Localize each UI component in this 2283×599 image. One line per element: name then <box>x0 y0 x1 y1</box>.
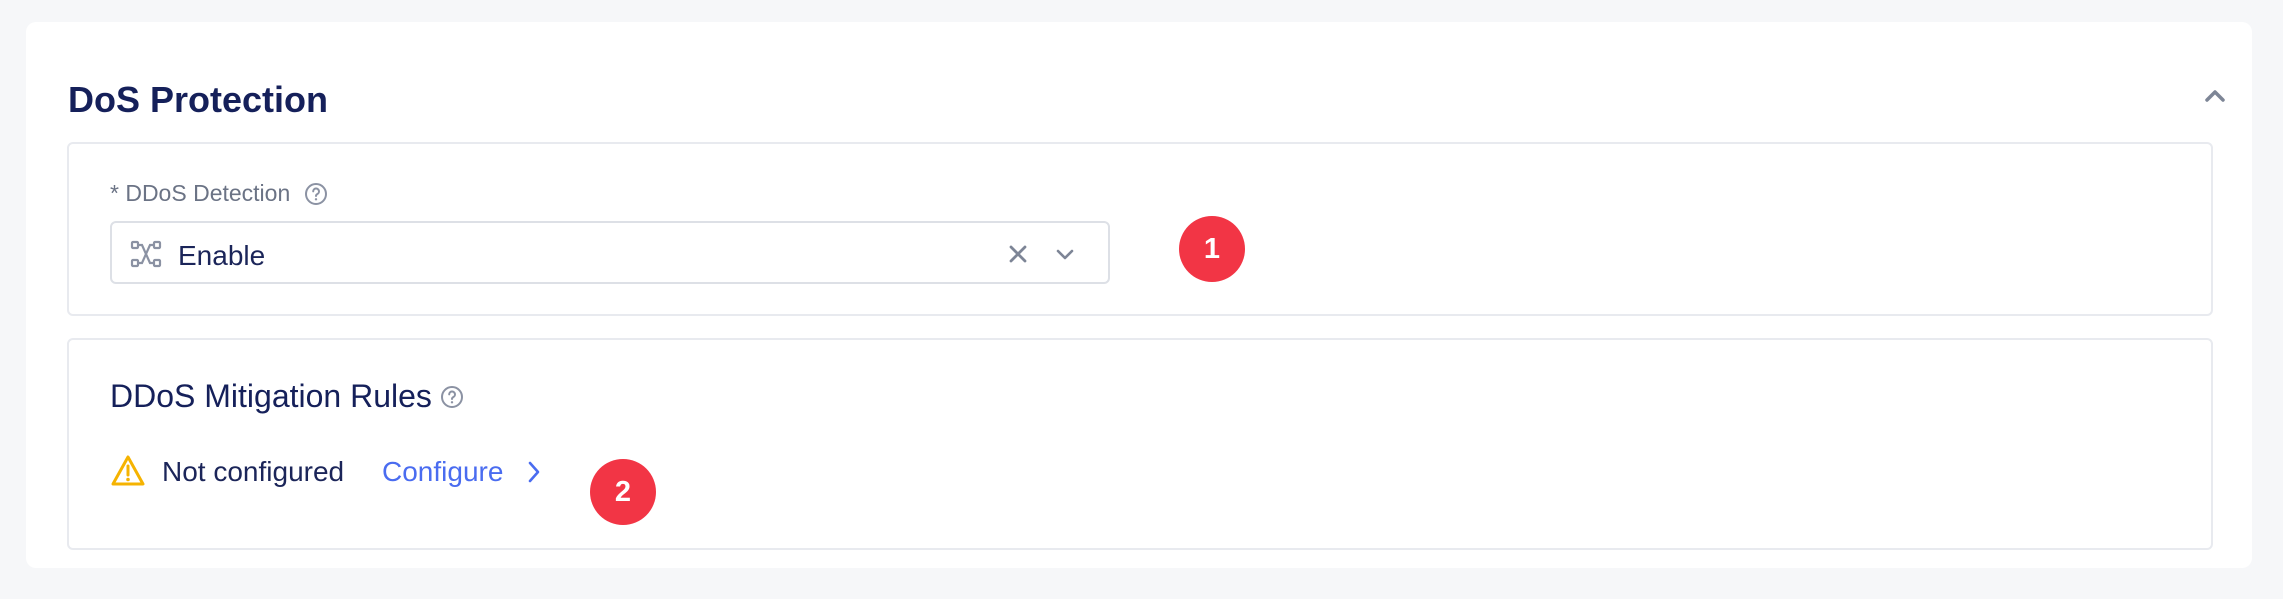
ddos-detection-section: * DDoS Detection Enable 1 <box>67 142 2213 316</box>
help-icon[interactable] <box>440 385 464 409</box>
warning-icon <box>111 455 145 486</box>
ddos-mitigation-section: DDoS Mitigation Rules Not configured Con… <box>67 338 2213 550</box>
status-text: Not configured <box>162 456 345 487</box>
ddos-detection-select[interactable]: Enable <box>110 221 1110 284</box>
configure-link[interactable]: Configure <box>382 456 503 488</box>
annotation-badge-2: 2 <box>590 459 656 525</box>
chevron-right-icon[interactable] <box>525 459 543 485</box>
ddos-detection-label: * DDoS Detection <box>110 180 328 207</box>
help-icon[interactable] <box>304 182 328 206</box>
collapse-chevron-up-icon[interactable] <box>2202 86 2228 106</box>
mitigation-rules-title-text: DDoS Mitigation Rules <box>110 378 432 414</box>
chevron-down-icon[interactable] <box>1054 245 1076 263</box>
section-title: DoS Protection <box>68 79 329 120</box>
ddos-detection-label-text: * DDoS Detection <box>110 180 291 206</box>
selected-value: Enable <box>178 240 266 271</box>
dos-protection-card: DoS Protection * DDoS Detection Enable 1… <box>26 22 2252 568</box>
network-icon <box>130 240 162 268</box>
mitigation-rules-title: DDoS Mitigation Rules <box>110 378 464 415</box>
clear-icon[interactable] <box>1005 241 1031 267</box>
annotation-badge-1: 1 <box>1179 216 1245 282</box>
